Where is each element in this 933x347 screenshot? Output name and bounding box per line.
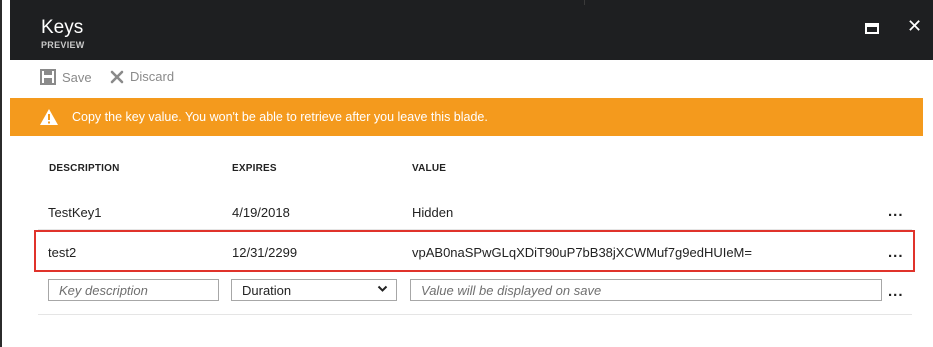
save-button[interactable]: Save xyxy=(40,69,92,85)
command-bar: Save Discard xyxy=(10,60,923,98)
row-1-expires: 4/19/2018 xyxy=(232,205,290,220)
discard-icon xyxy=(110,70,124,83)
row-highlight-box xyxy=(34,230,915,272)
header-divider xyxy=(584,0,925,5)
row-1-description: TestKey1 xyxy=(48,205,102,220)
discard-button[interactable]: Discard xyxy=(110,69,174,84)
warning-message: Copy the key value. You won't be able to… xyxy=(72,110,488,124)
column-header-expires: EXPIRES xyxy=(232,163,277,174)
duration-value: Duration xyxy=(242,282,292,298)
blade-subtitle: PREVIEW xyxy=(41,40,85,50)
blade-header: Keys PREVIEW ✕ xyxy=(10,0,933,60)
table-bottom-divider xyxy=(38,314,912,315)
warning-banner: Copy the key value. You won't be able to… xyxy=(10,98,923,136)
row-1-value: Hidden xyxy=(412,205,454,220)
column-header-description: DESCRIPTION xyxy=(49,163,120,174)
save-label: Save xyxy=(62,69,92,85)
save-icon xyxy=(40,69,56,85)
key-value-input[interactable] xyxy=(410,279,882,301)
column-header-value: VALUE xyxy=(412,163,447,174)
warning-icon xyxy=(40,109,58,125)
blade-left-border xyxy=(0,0,2,347)
key-description-input[interactable] xyxy=(48,279,219,301)
row-1-more-icon[interactable]: ... xyxy=(888,203,904,220)
discard-label: Discard xyxy=(130,69,175,84)
blade-title: Keys xyxy=(41,17,84,38)
duration-select[interactable]: Duration xyxy=(231,279,397,301)
close-icon[interactable]: ✕ xyxy=(907,16,922,37)
new-row-more-icon[interactable]: ... xyxy=(888,283,904,300)
maximize-icon[interactable] xyxy=(865,23,879,34)
chevron-down-icon xyxy=(377,283,388,297)
